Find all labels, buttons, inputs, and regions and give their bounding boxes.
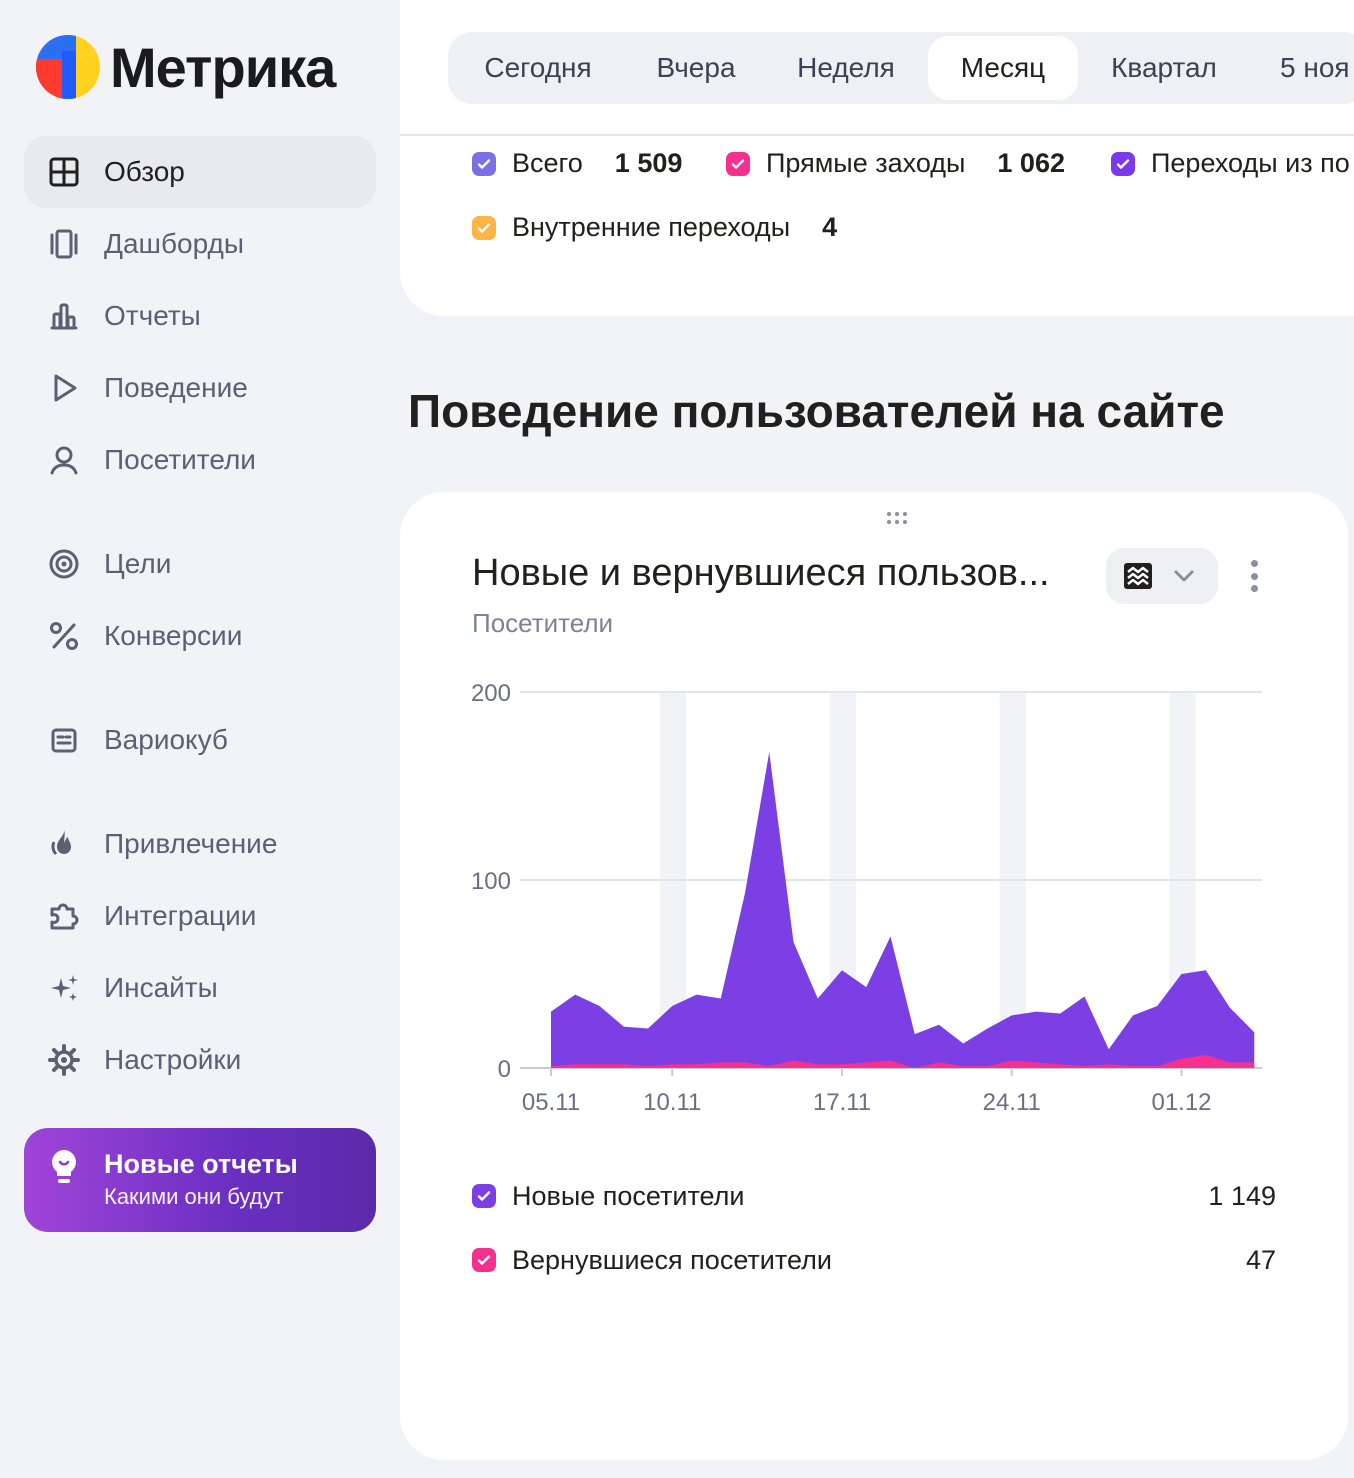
- bar-chart-icon: [48, 300, 80, 332]
- sidebar-item-label: Вариокуб: [104, 724, 228, 755]
- checkbox-checked-icon[interactable]: [472, 151, 496, 176]
- source-value: 1 062: [997, 148, 1065, 178]
- new-returning-widget: Новые и вернувшиеся пользов... Посетител…: [400, 492, 1348, 1460]
- target-icon: [48, 548, 80, 580]
- promo-title: Новые отчеты: [104, 1149, 298, 1179]
- x-tick-label: 10.11: [643, 1089, 701, 1116]
- gear-icon: [48, 1044, 80, 1076]
- sidebar-item-insights[interactable]: Инсайты: [24, 952, 376, 1024]
- brand-logo[interactable]: Метрика: [36, 34, 336, 100]
- legend-returning-visitors[interactable]: Вернувшиеся посетители 47: [472, 1240, 1276, 1280]
- legend-name: Новые посетители: [512, 1180, 745, 1211]
- sidebar-item-dashboards[interactable]: Дашборды: [24, 208, 376, 280]
- y-tick-label: 100: [471, 868, 511, 895]
- source-referral[interactable]: Переходы из по: [1111, 148, 1350, 179]
- source-name: Внутренние переходы: [512, 212, 791, 242]
- section-title: Поведение пользователей на сайте: [408, 385, 1225, 437]
- sidebar-item-label: Отчеты: [104, 300, 201, 331]
- lightbulb-icon: [52, 1150, 76, 1183]
- x-tick-label: 01.12: [1151, 1089, 1211, 1116]
- tab-today[interactable]: Сегодня: [448, 36, 628, 100]
- sidebar: Метрика Обзор Дашборды Отчеты Поведение …: [0, 0, 400, 1478]
- sidebar-item-integrations[interactable]: Интеграции: [24, 880, 376, 952]
- flame-icon: [48, 828, 80, 860]
- sidebar-item-label: Конверсии: [104, 620, 243, 651]
- period-tabs: Сегодня Вчера Неделя Месяц Квартал 5 ноя: [448, 32, 1354, 104]
- checkbox-checked-icon[interactable]: [472, 1248, 496, 1272]
- source-total[interactable]: Всего 1 509: [472, 148, 682, 179]
- metrika-logo-icon: [36, 35, 100, 99]
- source-internal[interactable]: Внутренние переходы 4: [472, 212, 837, 243]
- sidebar-item-reports[interactable]: Отчеты: [24, 280, 376, 352]
- legend-total: 47: [1245, 1244, 1276, 1275]
- source-value: 4: [822, 212, 838, 242]
- checkbox-checked-icon[interactable]: [472, 1184, 496, 1208]
- tab-custom-range[interactable]: 5 ноя: [1250, 36, 1354, 100]
- sidebar-item-settings[interactable]: Настройки: [24, 1024, 376, 1096]
- series-new-visitors-area: [551, 752, 1255, 1068]
- sidebar-item-label: Инсайты: [104, 972, 218, 1003]
- grid-icon: [48, 156, 80, 188]
- sidebar-item-label: Привлечение: [104, 828, 278, 859]
- sidebar-item-label: Поведение: [104, 372, 248, 403]
- source-name: Переходы из по: [1151, 148, 1350, 178]
- area-chart: 0 100 200 05.11 10.11 17.11 24.11 01.12: [471, 680, 1262, 1116]
- sidebar-item-acquisition[interactable]: Привлечение: [24, 808, 376, 880]
- sidebar-item-variocube[interactable]: Вариокуб: [24, 704, 376, 776]
- checkbox-checked-icon[interactable]: [726, 151, 750, 176]
- source-name: Всего: [512, 148, 583, 178]
- x-tick-label: 05.11: [522, 1089, 580, 1116]
- sparkles-icon: [48, 972, 80, 1004]
- tab-month[interactable]: Месяц: [928, 36, 1078, 100]
- legend-name: Вернувшиеся посетители: [512, 1244, 832, 1275]
- percent-icon: [48, 620, 80, 652]
- legend-total: 1 149: [1208, 1180, 1276, 1211]
- sidebar-item-label: Дашборды: [104, 228, 244, 259]
- play-icon: [48, 372, 80, 404]
- source-value: 1 509: [614, 148, 683, 178]
- user-icon: [48, 444, 80, 476]
- sidebar-item-visitors[interactable]: Посетители: [24, 424, 376, 496]
- dashboards-icon: [48, 228, 80, 260]
- sidebar-item-overview[interactable]: Обзор: [24, 136, 376, 208]
- sidebar-item-conversions[interactable]: Конверсии: [24, 600, 376, 672]
- sidebar-item-label: Цели: [104, 548, 172, 579]
- sidebar-item-label: Интеграции: [104, 900, 257, 931]
- promo-subtitle: Какими они будут: [104, 1184, 284, 1209]
- variocube-icon: [48, 724, 80, 756]
- sidebar-item-label: Посетители: [104, 444, 256, 475]
- y-tick-label: 200: [471, 680, 511, 707]
- sidebar-item-label: Настройки: [104, 1044, 242, 1075]
- tab-quarter[interactable]: Квартал: [1078, 36, 1250, 100]
- sidebar-item-goals[interactable]: Цели: [24, 528, 376, 600]
- checkbox-checked-icon[interactable]: [472, 215, 496, 240]
- sidebar-item-label: Обзор: [104, 156, 185, 187]
- x-tick-label: 24.11: [983, 1089, 1041, 1116]
- tab-week[interactable]: Неделя: [764, 36, 928, 100]
- new-reports-promo[interactable]: Новые отчеты Какими они будут: [24, 1128, 376, 1232]
- period-toolbar: Сегодня Вчера Неделя Месяц Квартал 5 ноя: [400, 0, 1354, 136]
- source-direct[interactable]: Прямые заходы 1 062: [726, 148, 1065, 179]
- traffic-sources-card: Всего 1 509 Прямые заходы 1 062 Переходы…: [400, 136, 1354, 316]
- tab-yesterday[interactable]: Вчера: [628, 36, 764, 100]
- x-tick-label: 17.11: [813, 1089, 871, 1116]
- legend-new-visitors[interactable]: Новые посетители 1 149: [472, 1176, 1276, 1216]
- checkbox-checked-icon[interactable]: [1111, 151, 1135, 176]
- puzzle-icon: [48, 900, 80, 932]
- sidebar-item-behavior[interactable]: Поведение: [24, 352, 376, 424]
- source-name: Прямые заходы: [766, 148, 966, 178]
- brand-name: Метрика: [110, 35, 336, 99]
- y-tick-label: 0: [498, 1056, 511, 1083]
